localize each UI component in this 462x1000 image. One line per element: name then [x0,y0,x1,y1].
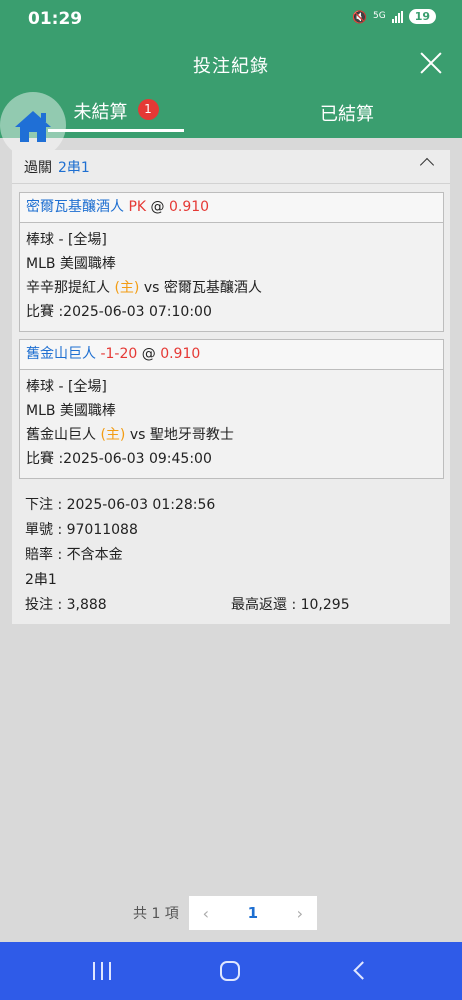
system-nav-bar [0,942,462,1000]
leg-selection: 密爾瓦基釀酒人 PK @ 0.910 [20,193,443,223]
combo-type: 2串1 [25,572,57,588]
leg-odds: 0.910 [168,199,210,215]
chevron-up-icon[interactable] [419,157,435,173]
pagination-total: 共 1 項 [133,906,179,922]
unsettled-count-badge: 1 [137,99,159,120]
chevron-right-icon[interactable]: › [283,904,317,923]
leg-handicap: -1-20 [100,346,138,362]
network-type-icon: 5G [372,11,386,21]
tab-settled[interactable]: 已結算 [300,100,394,136]
status-bar: 01:29 🔇 5G 19 [0,0,462,36]
status-icons: 🔇 5G 19 [352,9,436,24]
leg-away-team: 聖地牙哥教士 [149,427,234,443]
max-return: 最高返還 : 10,295 [231,597,350,613]
bet-placed-time: 下注 : 2025-06-03 01:28:56 [25,497,216,513]
leg-sport: 棒球 - [全場] [26,379,107,395]
pagination: 共 1 項 ‹ 1 › [133,896,317,930]
leg-home-tag: (主) [114,280,140,296]
leg-selection: 舊金山巨人 -1-20 @ 0.910 [20,340,443,370]
header: 投注紀錄 未結算 1 已結算 [0,36,462,158]
battery-icon: 19 [408,9,436,24]
leg-league: MLB 美國職棒 [26,403,116,419]
leg-home-team: 辛辛那提紅人 [26,280,110,296]
bet-card-header[interactable]: 過關 2串1 [12,150,450,184]
chevron-left-icon[interactable]: ‹ [189,904,223,923]
leg-at: @ [141,346,156,362]
recent-apps-icon[interactable] [93,962,111,980]
leg-at: @ [150,199,165,215]
leg-team: 舊金山巨人 [26,346,96,362]
back-icon[interactable] [353,961,372,980]
stake-amount: 投注 : 3,888 [25,597,107,613]
bet-leg: 舊金山巨人 -1-20 @ 0.910 棒球 - [全場] MLB 美國職棒 舊… [19,339,444,479]
tab-unsettled[interactable]: 未結算 1 [48,96,184,132]
leg-league: MLB 美國職棒 [26,256,116,272]
close-button[interactable] [418,50,444,76]
signal-icon [391,10,403,23]
page-title: 投注紀錄 [193,56,269,77]
leg-home-team: 舊金山巨人 [26,427,96,443]
tab-unsettled-label: 未結算 [73,102,128,123]
leg-matchup: 舊金山巨人 (主) vs 聖地牙哥教士 [26,423,437,447]
leg-match-time: 比賽 :2025-06-03 09:45:00 [26,451,212,467]
mute-icon: 🔇 [352,9,367,24]
leg-odds: 0.910 [160,346,201,362]
bet-details: 下注 : 2025-06-03 01:28:56 單號 : 97011088 賠… [25,493,437,618]
pagination-page-1[interactable]: 1 [223,904,283,922]
bet-type-label: 過關 [24,159,52,176]
odds-type: 賠率 : 不含本金 [25,547,123,563]
leg-matchup: 辛辛那提紅人 (主) vs 密爾瓦基釀酒人 [26,276,437,300]
leg-match-time: 比賽 :2025-06-03 07:10:00 [26,304,212,320]
nav-home-icon[interactable] [220,961,240,981]
leg-home-tag: (主) [100,427,126,443]
leg-sport: 棒球 - [全場] [26,232,107,248]
leg-handicap: PK [128,199,147,215]
leg-away-team: 密爾瓦基釀酒人 [163,280,262,296]
leg-vs: vs [143,280,160,296]
leg-team: 密爾瓦基釀酒人 [26,199,124,215]
bet-leg: 密爾瓦基釀酒人 PK @ 0.910 棒球 - [全場] MLB 美國職棒 辛辛… [19,192,444,332]
home-icon [15,111,51,142]
bet-card: 過關 2串1 密爾瓦基釀酒人 PK @ 0.910 棒球 - [全場] MLB … [12,150,450,624]
leg-vs: vs [129,427,146,443]
parlay-type: 2串1 [58,159,90,176]
status-time: 01:29 [28,9,83,29]
ticket-number: 單號 : 97011088 [25,522,138,538]
